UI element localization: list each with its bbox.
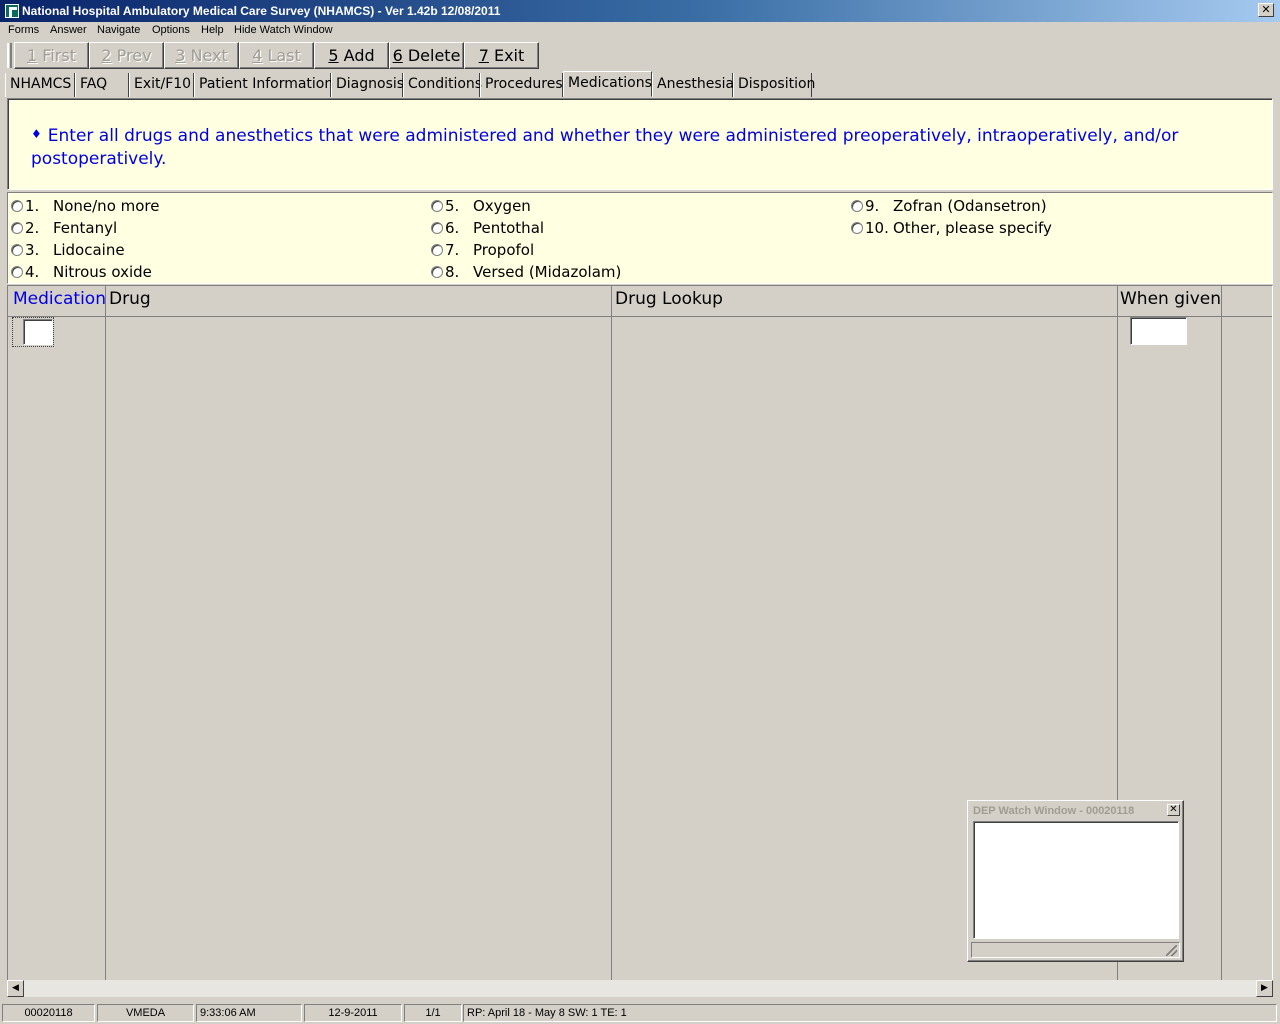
title-bar[interactable]: National Hospital Ambulatory Medical Car… — [0, 0, 1280, 22]
watch-window-content[interactable] — [973, 821, 1179, 939]
prev-button[interactable]: 2 Prev — [89, 42, 164, 69]
option-lidocaine[interactable]: 3. Lidocaine — [11, 240, 411, 260]
tab-disposition[interactable]: Disposition — [733, 73, 815, 97]
scroll-right-icon[interactable]: ▶ — [1256, 980, 1273, 997]
column-divider — [611, 286, 612, 980]
last-button[interactable]: 4 Last — [239, 42, 314, 69]
next-button[interactable]: 3 Next — [164, 42, 239, 69]
menu-hide-watch-window[interactable]: Hide Watch Window — [234, 24, 333, 36]
answer-options-panel: 1. None/no more 2. Fentanyl 3. Lidocaine 4.… — [7, 192, 1273, 284]
status-info: RP: April 18 - May 8 SW: 1 TE: 1 — [463, 1004, 1277, 1022]
scroll-left-icon[interactable]: ◀ — [7, 980, 24, 997]
option-other-please-specify[interactable]: 10. Other, please specify — [851, 218, 1251, 238]
menu-navigate[interactable]: Navigate — [97, 24, 140, 36]
tab-nhamcs[interactable]: NHAMCS — [5, 73, 75, 97]
column-header-medication[interactable]: Medication — [13, 289, 106, 309]
medication-cell-focus — [12, 317, 54, 347]
status-case-id: 00020118 — [2, 1004, 95, 1022]
option-oxygen[interactable]: 5. Oxygen — [431, 196, 831, 216]
option-fentanyl[interactable]: 2. Fentanyl — [11, 218, 411, 238]
status-user: VMEDA — [97, 1004, 194, 1022]
status-bar: 00020118 VMEDA 9:33:06 AM 12-9-2011 1/1 … — [0, 1002, 1280, 1024]
radio-icon[interactable] — [11, 200, 23, 212]
header-divider — [8, 316, 1272, 317]
add-button[interactable]: 5 Add — [314, 42, 389, 69]
radio-icon[interactable] — [11, 222, 23, 234]
column-divider — [105, 286, 106, 980]
watch-window[interactable]: DEP Watch Window - 00020118 ✕ — [967, 800, 1184, 962]
diamond-bullet-icon: ♦ — [31, 127, 42, 141]
resize-grip-icon[interactable] — [1166, 945, 1177, 956]
radio-icon[interactable] — [851, 200, 863, 212]
app-icon — [5, 4, 19, 18]
question-label: Enter all drugs and anesthetics that wer… — [31, 126, 1179, 169]
option-nitrous-oxide[interactable]: 4. Nitrous oxide — [11, 262, 411, 282]
when-given-input[interactable] — [1130, 317, 1187, 345]
horizontal-scrollbar[interactable]: ◀ ▶ — [7, 980, 1273, 997]
column-header-when-given[interactable]: When given — [1120, 289, 1221, 309]
column-header-drug[interactable]: Drug — [109, 289, 151, 309]
status-record: 1/1 — [404, 1004, 462, 1022]
toolbar-grip[interactable] — [7, 43, 12, 68]
menu-answer[interactable]: Answer — [50, 24, 87, 36]
menu-help[interactable]: Help — [201, 24, 224, 36]
radio-icon[interactable] — [851, 222, 863, 234]
status-date: 12-9-2011 — [304, 1004, 402, 1022]
option-versed-midazolam[interactable]: 8. Versed (Midazolam) — [431, 262, 831, 282]
tab-faq[interactable]: FAQ — [75, 73, 129, 97]
tab-conditions[interactable]: Conditions — [403, 73, 482, 97]
tab-procedures[interactable]: Procedures — [480, 73, 563, 97]
option-none-no-more[interactable]: 1. None/no more — [11, 196, 411, 216]
question-panel: ♦ Enter all drugs and anesthetics that we… — [7, 98, 1273, 190]
tab-exit-f10[interactable]: Exit/F10 — [129, 73, 194, 97]
medication-input[interactable] — [23, 319, 53, 345]
option-propofol[interactable]: 7. Propofol — [431, 240, 831, 260]
column-divider — [1221, 286, 1222, 980]
column-header-drug-lookup[interactable]: Drug Lookup — [615, 289, 723, 309]
option-zofran-odansetron[interactable]: 9. Zofran (Odansetron) — [851, 196, 1251, 216]
watch-window-close-button[interactable]: ✕ — [1167, 804, 1180, 816]
watch-window-status — [971, 942, 1180, 958]
menu-bar: Forms Answer Navigate Options Help Hide … — [0, 22, 1280, 40]
toolbar: 1 First 2 Prev 3 Next 4 Last 5 Add 6 Del… — [0, 41, 1280, 70]
watch-window-title[interactable]: DEP Watch Window - 00020118 — [971, 804, 1180, 819]
radio-icon[interactable] — [431, 200, 443, 212]
radio-icon[interactable] — [431, 222, 443, 234]
window-title: National Hospital Ambulatory Medical Car… — [22, 4, 501, 18]
delete-button[interactable]: 6 Delete — [389, 42, 464, 69]
tab-strip: NHAMCS FAQ Exit/F10 Patient Information … — [0, 71, 1280, 97]
question-text: ♦ Enter all drugs and anesthetics that we… — [31, 123, 1231, 171]
status-time: 9:33:06 AM — [196, 1004, 302, 1022]
close-window-button[interactable]: ✕ — [1258, 3, 1274, 17]
tab-anesthesia[interactable]: Anesthesia — [652, 73, 734, 97]
tab-patient-information[interactable]: Patient Information — [194, 73, 333, 97]
radio-icon[interactable] — [11, 244, 23, 256]
exit-button[interactable]: 7 Exit — [464, 42, 539, 69]
radio-icon[interactable] — [431, 266, 443, 278]
menu-options[interactable]: Options — [152, 24, 190, 36]
radio-icon[interactable] — [431, 244, 443, 256]
radio-icon[interactable] — [11, 266, 23, 278]
tab-medications[interactable]: Medications — [563, 71, 652, 97]
tab-diagnosis[interactable]: Diagnosis — [331, 73, 404, 97]
menu-forms[interactable]: Forms — [8, 24, 39, 36]
first-button[interactable]: 1 First — [14, 42, 89, 69]
option-pentothal[interactable]: 6. Pentothal — [431, 218, 831, 238]
